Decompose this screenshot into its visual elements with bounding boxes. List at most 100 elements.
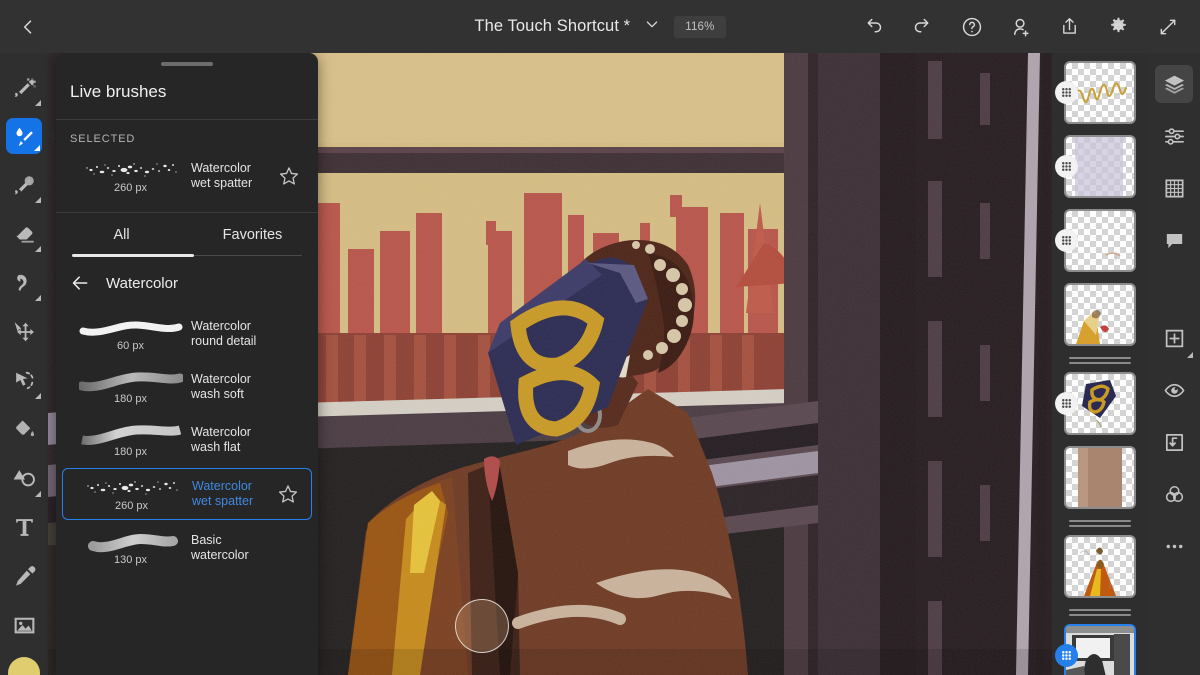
panel-layers[interactable] [1155,65,1193,103]
tab-all[interactable]: All [56,213,187,255]
tool-pixel-brush[interactable] [4,63,44,112]
brush-name-label: Watercolor wash flat [187,425,276,455]
top-toolbar: The Touch Shortcut * 116% [0,0,1200,53]
brush-size-label: 180 px [114,393,147,405]
fullscreen-button[interactable] [1143,0,1192,53]
undo-button[interactable] [849,0,898,53]
tool-fill[interactable] [4,405,44,454]
layer-select-badge[interactable] [1055,644,1078,667]
tool-eraser[interactable] [4,209,44,258]
help-button[interactable] [947,0,996,53]
layer-select-badge[interactable] [1055,81,1078,104]
chevron-down-icon[interactable] [644,16,660,37]
panel-blend-mode[interactable] [1155,475,1193,513]
layers-panel[interactable] [1052,53,1148,675]
tool-place-image[interactable] [4,601,44,650]
layer-select-badge[interactable] [1055,229,1078,252]
brush-stroke-basic [79,531,183,553]
panel-adjustments[interactable] [1155,117,1193,155]
brush-tabs: All Favorites [56,213,318,255]
tool-transform[interactable] [4,307,44,356]
favorite-star-button[interactable] [275,483,301,505]
layer-thumbnail[interactable] [1064,283,1136,346]
arrow-left-icon[interactable] [70,273,90,293]
brush-name-label: Basic watercolor [187,533,276,563]
layer-item[interactable] [1064,209,1136,272]
live-brushes-panel: Live brushes SELECTED [56,53,318,675]
move-transform-icon [12,319,37,344]
brush-list-item[interactable]: 180 px Watercolor wash soft [62,361,312,413]
selected-brush-row[interactable]: 260 px Watercolor wet spatter [62,150,312,202]
invite-button[interactable] [996,0,1045,53]
breadcrumb[interactable]: Watercolor [56,256,318,305]
layers-stack-icon [1163,73,1186,96]
brush-name-label: Watercolor wet spatter [187,161,276,191]
brush-preview: 180 px [74,423,187,458]
layer-dots-icon [1060,234,1073,247]
share-button[interactable] [1045,0,1094,53]
zoom-level-badge[interactable]: 116% [674,16,725,38]
gear-icon [1108,16,1129,37]
tool-lasso-select[interactable] [4,356,44,405]
layer-item-selected[interactable] [1064,624,1136,675]
panel-grid[interactable] [1155,169,1193,207]
tool-shapes[interactable] [4,454,44,503]
tool-flyout-indicator [35,393,41,399]
layer-item[interactable] [1064,372,1136,435]
color-swatch-button[interactable] [8,657,40,675]
tab-favorites[interactable]: Favorites [187,213,318,255]
smudge-brush-icon [12,172,37,197]
layer-item[interactable] [1064,535,1136,598]
panel-more[interactable] [1155,527,1193,565]
tool-text[interactable] [4,503,44,552]
settings-button[interactable] [1094,0,1143,53]
pixel-brush-icon [12,75,37,100]
panel-visibility[interactable] [1155,371,1193,409]
page-title[interactable]: The Touch Shortcut * [474,17,630,36]
layer-select-badge[interactable] [1055,155,1078,178]
brush-list-item-selected[interactable]: 260 px Watercolor wet spatter [62,468,312,520]
layer-select-badge[interactable] [1055,392,1078,415]
redo-icon [912,16,933,37]
tool-live-brush[interactable] [6,118,42,154]
brush-size-label: 180 px [114,446,147,458]
help-circle-icon [961,16,983,38]
tool-smudge-finger[interactable] [4,258,44,307]
panel-clip-mask[interactable] [1155,423,1193,461]
comment-bubble-icon [1163,229,1186,252]
brush-stroke-wash-flat [79,423,183,445]
layer-thumbnail[interactable] [1064,446,1136,509]
redo-button[interactable] [898,0,947,53]
grid-icon [1163,177,1186,200]
share-upload-icon [1059,16,1080,37]
panel-comments[interactable] [1155,221,1193,259]
tool-flyout-indicator [35,197,41,203]
app-root: The Touch Shortcut * 116% [0,0,1200,675]
back-button[interactable] [0,0,56,53]
breadcrumb-label: Watercolor [106,275,178,292]
tool-flyout-indicator [1187,352,1193,358]
layer-item[interactable] [1064,61,1136,124]
more-dots-icon [1163,535,1186,558]
favorite-star-button[interactable] [276,165,302,187]
brush-list-item[interactable]: 60 px Watercolor round detail [62,308,312,360]
star-outline-icon [278,165,300,187]
panel-add-layer[interactable] [1155,319,1193,357]
brush-size-label: 130 px [114,554,147,566]
layer-dots-icon [1060,86,1073,99]
left-tool-sidebar [0,53,48,675]
layer-dots-icon [1060,649,1073,662]
layer-item[interactable] [1064,446,1136,509]
add-person-icon [1010,16,1032,38]
brush-size-label: 260 px [114,182,147,194]
tool-smudge[interactable] [4,160,44,209]
tool-flyout-indicator [35,100,41,106]
layer-group-divider [1069,520,1131,527]
brush-list-item[interactable]: 180 px Watercolor wash flat [62,414,312,466]
layer-item[interactable] [1064,283,1136,346]
brush-list-item[interactable]: 130 px Basic watercolor [62,522,312,574]
brush-preview: 60 px [74,317,187,352]
layer-thumbnail[interactable] [1064,535,1136,598]
layer-item[interactable] [1064,135,1136,198]
tool-eyedropper[interactable] [4,552,44,601]
